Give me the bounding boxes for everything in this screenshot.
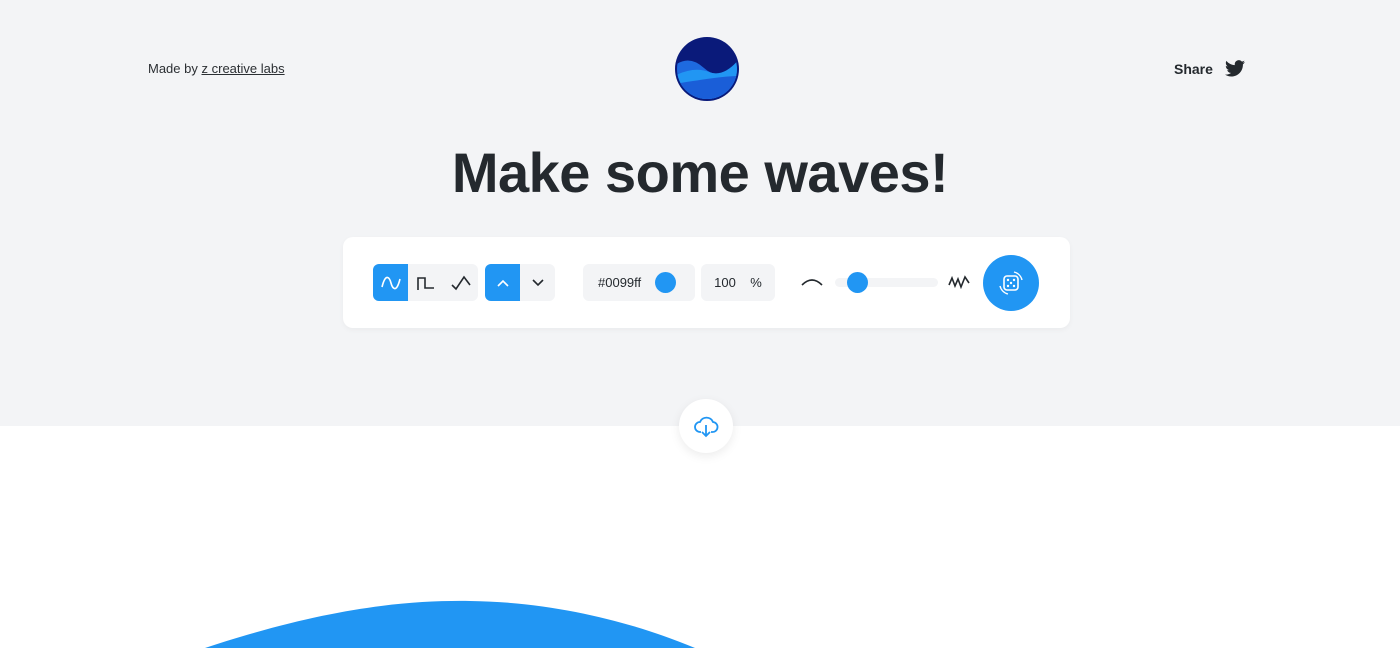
direction-down-button[interactable] <box>520 264 555 301</box>
randomize-button[interactable] <box>983 255 1039 311</box>
sine-wave-icon <box>380 276 401 289</box>
direction-up-button[interactable] <box>485 264 520 301</box>
made-by: Made by z creative labs <box>148 61 285 76</box>
square-wave-button[interactable] <box>408 264 443 301</box>
wave-toolbar: #0099ff 100% <box>343 237 1070 328</box>
cloud-download-icon <box>694 416 719 438</box>
triangle-wave-icon <box>450 275 471 290</box>
logo <box>675 37 739 101</box>
opacity-input[interactable]: 100% <box>701 264 775 301</box>
color-swatch[interactable] <box>655 272 677 293</box>
square-wave-icon <box>416 276 434 290</box>
slider-knob[interactable] <box>847 272 869 293</box>
wave-preview <box>205 600 695 648</box>
download-button[interactable] <box>679 399 733 453</box>
share-button[interactable]: Share <box>1174 60 1245 77</box>
wave-type-group <box>373 264 478 301</box>
twitter-icon <box>1224 60 1245 77</box>
chevron-up-icon <box>496 279 509 287</box>
chevron-down-icon <box>531 278 544 286</box>
color-value: #0099ff <box>598 275 642 290</box>
dice-icon <box>999 271 1023 295</box>
color-picker[interactable]: #0099ff <box>583 264 695 301</box>
smooth-wave-icon <box>801 279 823 286</box>
complexity-slider[interactable] <box>835 272 938 293</box>
direction-group <box>485 264 555 301</box>
triangle-wave-button[interactable] <box>443 264 478 301</box>
sine-wave-button[interactable] <box>373 264 408 301</box>
complex-wave-icon <box>948 275 970 289</box>
page-title: Make some waves! <box>451 141 949 204</box>
z-creative-labs-link[interactable]: z creative labs <box>202 61 285 76</box>
